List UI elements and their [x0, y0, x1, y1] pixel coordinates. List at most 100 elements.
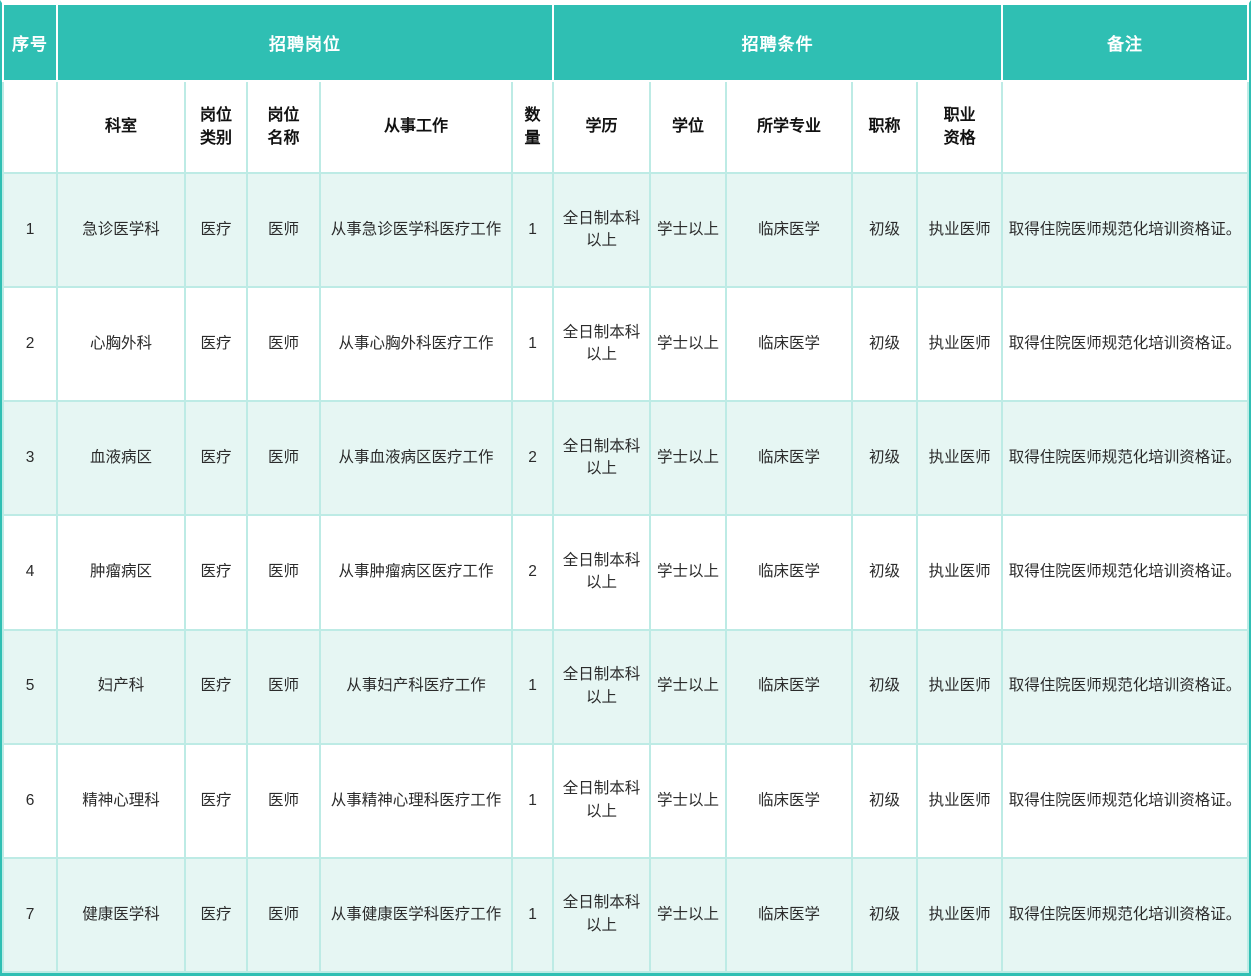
cell-position-category: 医疗 — [185, 630, 247, 744]
cell-qualification: 执业医师 — [917, 744, 1002, 858]
table-row: 1 急诊医学科 医疗 医师 从事急诊医学科医疗工作 1 全日制本科以上 学士以上… — [3, 173, 1248, 287]
cell-professional-rank: 初级 — [852, 858, 917, 972]
subheader-count: 数量 — [512, 81, 553, 173]
cell-education: 全日制本科以上 — [553, 401, 650, 515]
cell-department: 妇产科 — [57, 630, 185, 744]
cell-remark: 取得住院医师规范化培训资格证。 — [1002, 630, 1248, 744]
cell-professional-rank: 初级 — [852, 630, 917, 744]
cell-work-description: 从事心胸外科医疗工作 — [320, 287, 512, 401]
table-row: 7 健康医学科 医疗 医师 从事健康医学科医疗工作 1 全日制本科以上 学士以上… — [3, 858, 1248, 972]
cell-major: 临床医学 — [726, 401, 852, 515]
cell-remark: 取得住院医师规范化培训资格证。 — [1002, 858, 1248, 972]
cell-headcount: 1 — [512, 173, 553, 287]
cell-degree: 学士以上 — [650, 401, 726, 515]
recruitment-table-container: 序号 招聘岗位 招聘条件 备注 科室 岗位 类别 岗位 名称 从事工作 数量 学… — [0, 0, 1251, 976]
cell-department: 心胸外科 — [57, 287, 185, 401]
cell-department: 血液病区 — [57, 401, 185, 515]
cell-qualification: 执业医师 — [917, 515, 1002, 629]
table-row: 4 肿瘤病区 医疗 医师 从事肿瘤病区医疗工作 2 全日制本科以上 学士以上 临… — [3, 515, 1248, 629]
subheader-education: 学历 — [553, 81, 650, 173]
cell-headcount: 1 — [512, 858, 553, 972]
table-row: 3 血液病区 医疗 医师 从事血液病区医疗工作 2 全日制本科以上 学士以上 临… — [3, 401, 1248, 515]
subheader-blank-remark — [1002, 81, 1248, 173]
recruitment-table: 序号 招聘岗位 招聘条件 备注 科室 岗位 类别 岗位 名称 从事工作 数量 学… — [2, 3, 1249, 973]
cell-position-category: 医疗 — [185, 173, 247, 287]
cell-qualification: 执业医师 — [917, 287, 1002, 401]
cell-qualification: 执业医师 — [917, 858, 1002, 972]
cell-major: 临床医学 — [726, 744, 852, 858]
cell-position-category: 医疗 — [185, 515, 247, 629]
cell-position-title: 医师 — [247, 515, 320, 629]
cell-serial: 5 — [3, 630, 57, 744]
cell-headcount: 1 — [512, 744, 553, 858]
subheader-qualification: 职业 资格 — [917, 81, 1002, 173]
cell-department: 急诊医学科 — [57, 173, 185, 287]
cell-professional-rank: 初级 — [852, 515, 917, 629]
cell-position-category: 医疗 — [185, 401, 247, 515]
cell-professional-rank: 初级 — [852, 287, 917, 401]
cell-work-description: 从事健康医学科医疗工作 — [320, 858, 512, 972]
cell-professional-rank: 初级 — [852, 401, 917, 515]
cell-qualification: 执业医师 — [917, 401, 1002, 515]
subheader-rank: 职称 — [852, 81, 917, 173]
header-serial: 序号 — [3, 4, 57, 81]
subheader-degree: 学位 — [650, 81, 726, 173]
cell-position-title: 医师 — [247, 744, 320, 858]
cell-degree: 学士以上 — [650, 630, 726, 744]
cell-work-description: 从事精神心理科医疗工作 — [320, 744, 512, 858]
header-remark: 备注 — [1002, 4, 1248, 81]
table-body: 1 急诊医学科 医疗 医师 从事急诊医学科医疗工作 1 全日制本科以上 学士以上… — [3, 173, 1248, 972]
cell-department: 精神心理科 — [57, 744, 185, 858]
subheader-dept: 科室 — [57, 81, 185, 173]
cell-headcount: 2 — [512, 515, 553, 629]
cell-serial: 1 — [3, 173, 57, 287]
cell-remark: 取得住院医师规范化培训资格证。 — [1002, 401, 1248, 515]
cell-serial: 2 — [3, 287, 57, 401]
group-header-row: 序号 招聘岗位 招聘条件 备注 — [3, 4, 1248, 81]
cell-headcount: 2 — [512, 401, 553, 515]
cell-education: 全日制本科以上 — [553, 173, 650, 287]
cell-remark: 取得住院医师规范化培训资格证。 — [1002, 287, 1248, 401]
cell-department: 健康医学科 — [57, 858, 185, 972]
cell-serial: 4 — [3, 515, 57, 629]
subheader-blank-serial — [3, 81, 57, 173]
cell-position-title: 医师 — [247, 858, 320, 972]
subheader-work: 从事工作 — [320, 81, 512, 173]
cell-major: 临床医学 — [726, 858, 852, 972]
table-row: 6 精神心理科 医疗 医师 从事精神心理科医疗工作 1 全日制本科以上 学士以上… — [3, 744, 1248, 858]
cell-degree: 学士以上 — [650, 287, 726, 401]
cell-major: 临床医学 — [726, 630, 852, 744]
cell-education: 全日制本科以上 — [553, 858, 650, 972]
cell-major: 临床医学 — [726, 515, 852, 629]
cell-serial: 3 — [3, 401, 57, 515]
table-row: 2 心胸外科 医疗 医师 从事心胸外科医疗工作 1 全日制本科以上 学士以上 临… — [3, 287, 1248, 401]
cell-education: 全日制本科以上 — [553, 744, 650, 858]
cell-position-category: 医疗 — [185, 287, 247, 401]
subheader-category: 岗位 类别 — [185, 81, 247, 173]
table-row: 5 妇产科 医疗 医师 从事妇产科医疗工作 1 全日制本科以上 学士以上 临床医… — [3, 630, 1248, 744]
cell-qualification: 执业医师 — [917, 630, 1002, 744]
subheader-major: 所学专业 — [726, 81, 852, 173]
cell-education: 全日制本科以上 — [553, 287, 650, 401]
cell-work-description: 从事妇产科医疗工作 — [320, 630, 512, 744]
cell-position-title: 医师 — [247, 173, 320, 287]
header-position-group: 招聘岗位 — [57, 4, 553, 81]
cell-degree: 学士以上 — [650, 744, 726, 858]
cell-remark: 取得住院医师规范化培训资格证。 — [1002, 173, 1248, 287]
cell-serial: 7 — [3, 858, 57, 972]
cell-department: 肿瘤病区 — [57, 515, 185, 629]
cell-position-title: 医师 — [247, 630, 320, 744]
cell-headcount: 1 — [512, 630, 553, 744]
cell-qualification: 执业医师 — [917, 173, 1002, 287]
cell-education: 全日制本科以上 — [553, 515, 650, 629]
sub-header-row: 科室 岗位 类别 岗位 名称 从事工作 数量 学历 学位 所学专业 职称 职业 … — [3, 81, 1248, 173]
cell-education: 全日制本科以上 — [553, 630, 650, 744]
cell-position-title: 医师 — [247, 401, 320, 515]
cell-professional-rank: 初级 — [852, 173, 917, 287]
header-conditions-group: 招聘条件 — [553, 4, 1002, 81]
cell-professional-rank: 初级 — [852, 744, 917, 858]
cell-remark: 取得住院医师规范化培训资格证。 — [1002, 515, 1248, 629]
subheader-title: 岗位 名称 — [247, 81, 320, 173]
cell-major: 临床医学 — [726, 287, 852, 401]
cell-work-description: 从事肿瘤病区医疗工作 — [320, 515, 512, 629]
